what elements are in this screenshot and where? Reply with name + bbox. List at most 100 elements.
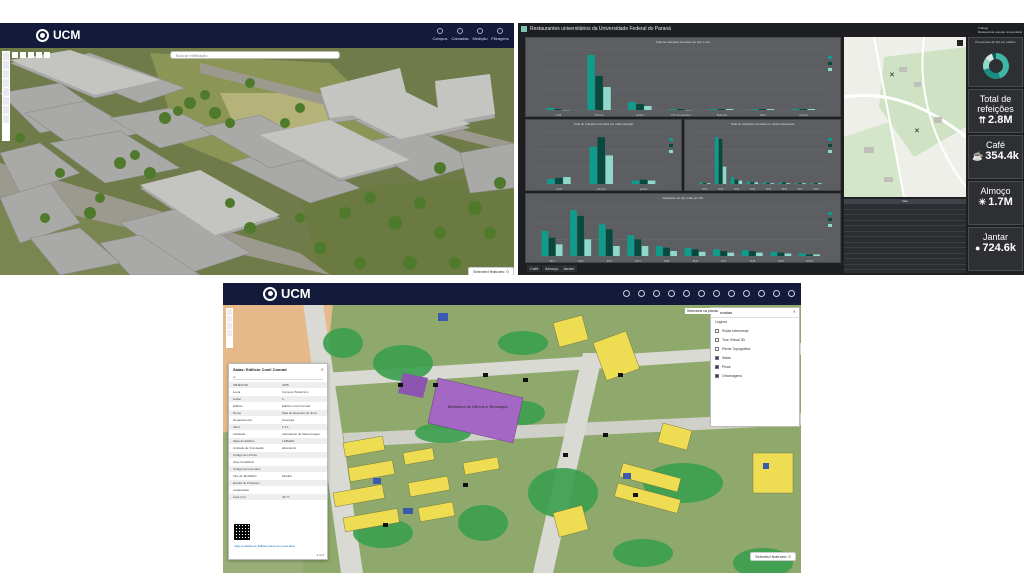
- nav-filters[interactable]: Filtragens: [487, 26, 513, 41]
- bar[interactable]: [555, 177, 563, 184]
- zoom-out-icon[interactable]: [28, 52, 34, 58]
- selected-features-chip[interactable]: Selected features: 0: [750, 552, 796, 561]
- campus-map[interactable]: ✕ ✕: [844, 37, 966, 197]
- layer-item[interactable]: Salas: [711, 353, 799, 362]
- bar[interactable]: [613, 246, 620, 256]
- bar[interactable]: [750, 182, 755, 184]
- zoom-out-icon[interactable]: [227, 316, 232, 322]
- layer-item[interactable]: Rotas Intercampi: [711, 326, 799, 335]
- bar[interactable]: [798, 253, 806, 257]
- tab-almoco[interactable]: Almoço: [542, 265, 562, 272]
- bar[interactable]: [799, 109, 808, 110]
- daylight-icon[interactable]: [3, 115, 9, 123]
- bar[interactable]: [762, 182, 766, 184]
- user-icon[interactable]: [773, 290, 780, 297]
- bar[interactable]: [554, 109, 562, 110]
- bar[interactable]: [778, 182, 782, 184]
- bar[interactable]: [746, 181, 751, 184]
- zoom-to-link[interactable]: ⊕: [233, 375, 323, 380]
- bar[interactable]: [802, 183, 806, 184]
- measure-icon[interactable]: [3, 106, 9, 114]
- table-row[interactable]: [844, 265, 966, 270]
- measure-icon[interactable]: [683, 290, 690, 297]
- donut-chart[interactable]: [969, 44, 1024, 86]
- settings-icon[interactable]: [788, 290, 795, 297]
- bar[interactable]: [698, 182, 703, 184]
- bar[interactable]: [756, 252, 763, 256]
- bar[interactable]: [709, 109, 718, 110]
- bar[interactable]: [669, 109, 677, 110]
- bar[interactable]: [738, 180, 743, 184]
- compass-icon[interactable]: [36, 52, 42, 58]
- bar[interactable]: [677, 109, 685, 110]
- bar[interactable]: [577, 216, 584, 256]
- tilt-icon[interactable]: [3, 70, 9, 78]
- bar[interactable]: [770, 183, 774, 184]
- location-icon[interactable]: [758, 290, 765, 297]
- bar[interactable]: [706, 183, 711, 184]
- locate-icon[interactable]: [44, 52, 50, 58]
- info-icon[interactable]: [743, 290, 750, 297]
- bar[interactable]: [547, 178, 555, 184]
- layer-item[interactable]: Perda Topográfica: [711, 344, 799, 353]
- bar[interactable]: [603, 87, 611, 110]
- bar[interactable]: [639, 179, 648, 184]
- search-input[interactable]: Buscar edificação: [170, 51, 340, 59]
- bar[interactable]: [748, 251, 756, 256]
- layer-item[interactable]: Ortoimagens: [711, 371, 799, 380]
- bar[interactable]: [655, 246, 663, 256]
- bar[interactable]: [548, 237, 556, 256]
- zoom-in-icon[interactable]: [20, 52, 26, 58]
- bar[interactable]: [807, 109, 816, 110]
- bar[interactable]: [770, 251, 778, 256]
- bar[interactable]: [663, 247, 670, 256]
- bar[interactable]: [782, 182, 786, 184]
- basemap-icon[interactable]: [3, 88, 9, 96]
- zoom-in-icon[interactable]: [227, 309, 232, 315]
- bar[interactable]: [741, 250, 749, 256]
- bar[interactable]: [818, 183, 822, 184]
- bar-chart-meals[interactable]: Café Almoço Jantar: [526, 128, 683, 192]
- bar-chart-restaurants[interactable]: RU1 RU2 RU3 RU4 RU5 RU6 RU7 RU8: [685, 128, 842, 192]
- filter-icon[interactable]: [713, 290, 720, 297]
- locate-icon[interactable]: [227, 330, 232, 336]
- bar[interactable]: [698, 251, 706, 256]
- bar[interactable]: [555, 244, 563, 256]
- bar[interactable]: [631, 180, 640, 184]
- bar[interactable]: [584, 239, 592, 256]
- bar[interactable]: [798, 183, 802, 184]
- bar[interactable]: [722, 166, 727, 184]
- home-icon[interactable]: [227, 323, 232, 329]
- bar[interactable]: [670, 251, 677, 256]
- bar[interactable]: [814, 183, 818, 184]
- basemap-icon[interactable]: [668, 290, 675, 297]
- bar[interactable]: [589, 146, 598, 184]
- bar[interactable]: [636, 104, 644, 110]
- bar[interactable]: [720, 251, 727, 256]
- legend-icon[interactable]: [3, 97, 9, 105]
- bar[interactable]: [813, 254, 820, 256]
- pie-slice[interactable]: [983, 68, 1001, 79]
- bar[interactable]: [714, 137, 719, 184]
- bar[interactable]: [794, 183, 798, 184]
- bar[interactable]: [766, 183, 770, 184]
- bar[interactable]: [758, 109, 767, 110]
- bar[interactable]: [786, 183, 790, 184]
- bar[interactable]: [725, 109, 734, 110]
- bar[interactable]: [647, 180, 656, 184]
- bar[interactable]: [644, 106, 652, 110]
- layers-icon[interactable]: [3, 79, 9, 87]
- bar[interactable]: [784, 253, 792, 257]
- layer-item[interactable]: Tour Virtual 3D: [711, 335, 799, 344]
- scene-3d[interactable]: [0, 23, 514, 275]
- bar[interactable]: [546, 108, 554, 110]
- bar[interactable]: [754, 182, 759, 184]
- bar[interactable]: [691, 249, 699, 256]
- campus-2d-map[interactable]: Biblioteca de Ciência e Tecnologia UCM S…: [223, 283, 801, 573]
- bar[interactable]: [597, 137, 606, 184]
- building-link[interactable]: Veja os dados do Edifício (abre em nova …: [234, 544, 324, 548]
- bar[interactable]: [718, 138, 723, 184]
- close-icon[interactable]: ✕: [321, 367, 324, 372]
- bar[interactable]: [570, 210, 577, 256]
- bar[interactable]: [750, 109, 759, 110]
